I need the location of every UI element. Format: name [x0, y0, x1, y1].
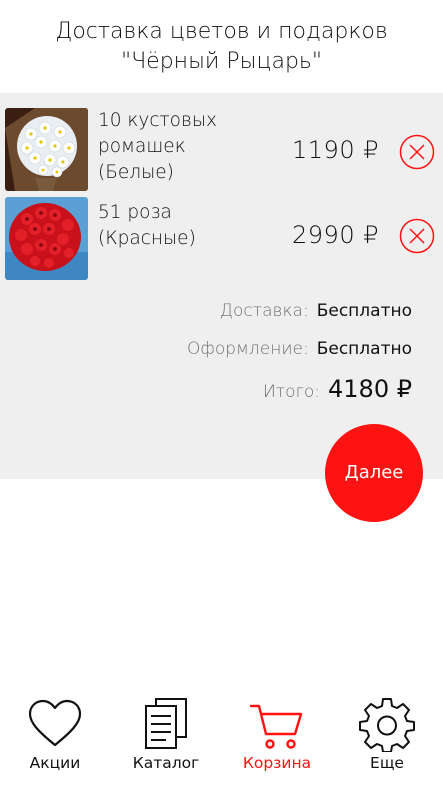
packaging-value: Бесплатно: [316, 339, 412, 359]
remove-item-button[interactable]: [399, 134, 435, 170]
tab-label: Еще: [370, 754, 404, 772]
header-title-line2: "Чёрный Рыцарь": [120, 49, 322, 74]
delivery-value: Бесплатно: [316, 301, 412, 321]
product-image-roses[interactable]: [5, 197, 88, 280]
packaging-label: Оформление:: [186, 339, 309, 359]
product-price: 1190 ₽: [292, 136, 379, 164]
product-price: 2990 ₽: [292, 221, 379, 249]
tab-cart[interactable]: Корзина: [222, 696, 332, 772]
gear-icon: [359, 698, 415, 752]
tab-more[interactable]: Еще: [332, 696, 442, 772]
tab-label: Каталог: [132, 754, 200, 772]
delivery-row: Доставка: Бесплатно: [220, 301, 412, 321]
cart-item: 10 кустовых ромашек (Белые) 1190 ₽: [0, 108, 443, 194]
product-image-daisies[interactable]: [5, 108, 88, 191]
tab-promotions[interactable]: Акции: [0, 696, 110, 772]
product-name: 10 кустовых ромашек (Белые): [98, 110, 217, 183]
catalog-icon: [145, 698, 187, 749]
remove-item-button[interactable]: [399, 218, 435, 254]
tab-catalog[interactable]: Каталог: [111, 696, 221, 772]
cart-panel: 10 кустовых ромашек (Белые) 1190 ₽ 51 ро…: [0, 93, 443, 479]
tab-label: Акции: [29, 754, 81, 772]
tab-label: Корзина: [242, 754, 312, 772]
product-name: 51 роза (Красные): [98, 202, 196, 249]
cart-icon: [249, 704, 303, 749]
total-value: 4180 ₽: [328, 375, 412, 403]
cart-item: 51 роза (Красные) 2990 ₽: [0, 197, 443, 283]
close-circle-icon: [399, 218, 435, 254]
heart-icon: [28, 699, 82, 747]
app-header: Доставка цветов и подарков "Чёрный Рыцар…: [0, 0, 443, 92]
delivery-label: Доставка:: [219, 301, 309, 321]
bottom-tab-bar: Акции Каталог Корзина Еще: [0, 696, 443, 788]
close-circle-icon: [399, 134, 435, 170]
next-button[interactable]: Далее: [325, 424, 423, 522]
packaging-row: Оформление: Бесплатно: [187, 339, 412, 359]
header-title-line1: Доставка цветов и подарков: [55, 19, 388, 44]
total-row: Итого: 4180 ₽: [263, 375, 412, 403]
total-label: Итого:: [262, 382, 321, 402]
